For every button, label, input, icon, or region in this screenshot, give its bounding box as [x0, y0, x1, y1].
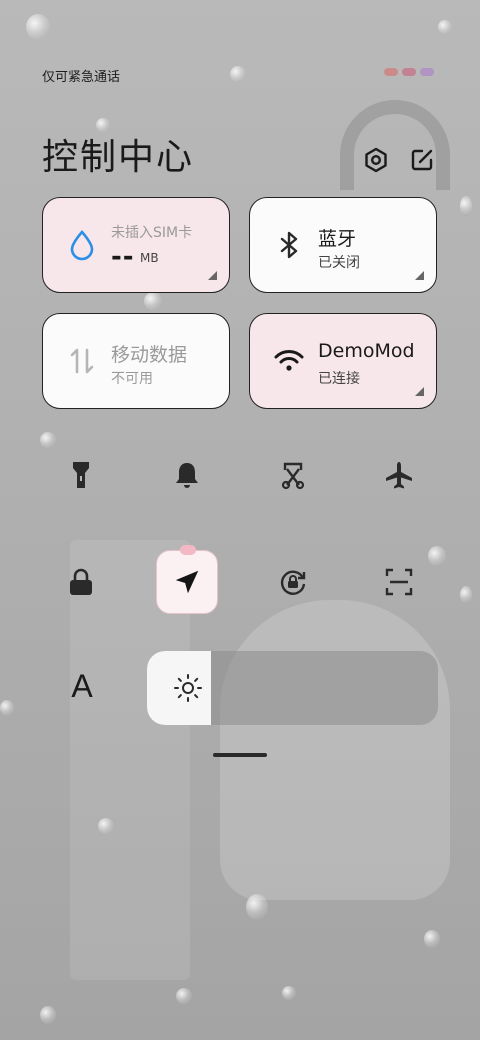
- data-usage-tile[interactable]: 未插入SIM卡 -- MB: [42, 197, 230, 293]
- bluetooth-status: 已关闭: [318, 255, 360, 271]
- raindrop: [282, 986, 296, 1000]
- raindrop: [98, 818, 114, 834]
- signal-icon: [384, 68, 398, 76]
- raindrop: [0, 700, 14, 716]
- wifi-icon: [274, 350, 304, 371]
- water-drop-icon: [70, 230, 94, 261]
- raindrop: [230, 66, 246, 82]
- wallpaper-character: [220, 600, 450, 900]
- status-bar-text: 仅可紧急通话: [42, 70, 121, 85]
- wifi-tile[interactable]: DemoMod 已连接: [249, 313, 437, 409]
- wallpaper-arch-shape: [340, 100, 450, 190]
- rotation-lock-icon: [280, 570, 306, 595]
- corner-indicator-icon: [415, 387, 424, 396]
- flashlight-icon: [73, 462, 89, 488]
- sun-icon: [174, 674, 202, 702]
- raindrop: [460, 586, 472, 604]
- wifi-status: 已连接: [318, 371, 360, 387]
- settings-button[interactable]: [362, 146, 390, 174]
- raindrop: [26, 14, 50, 40]
- raindrop: [176, 988, 192, 1004]
- edit-button[interactable]: [408, 146, 436, 174]
- drag-handle[interactable]: [213, 753, 267, 757]
- battery-icon: [420, 68, 434, 76]
- rotation-lock-toggle[interactable]: [273, 562, 313, 602]
- bluetooth-icon: [280, 231, 298, 259]
- bell-icon: [176, 463, 198, 488]
- font-size-button[interactable]: A: [62, 666, 102, 706]
- edit-icon: [411, 149, 433, 171]
- bluetooth-tile[interactable]: 蓝牙 已关闭: [249, 197, 437, 293]
- flashlight-toggle[interactable]: [61, 455, 101, 495]
- raindrop: [460, 196, 472, 216]
- page-title: 控制中心: [42, 137, 195, 178]
- corner-indicator-icon: [208, 271, 217, 280]
- status-icons: [384, 68, 434, 76]
- settings-hexagon-icon: [365, 147, 387, 173]
- mobile-data-tile[interactable]: 移动数据 不可用: [42, 313, 230, 409]
- screenshot-scissors-icon: [281, 462, 305, 490]
- brightness-slider[interactable]: [147, 651, 438, 725]
- location-arrow-icon: [175, 570, 199, 594]
- scan-icon: [385, 568, 413, 596]
- raindrop: [428, 546, 446, 566]
- mobile-data-status: 不可用: [111, 371, 153, 387]
- data-usage-value: --: [111, 242, 135, 272]
- lock-icon: [70, 568, 92, 595]
- lock-screen-toggle[interactable]: [61, 562, 101, 602]
- raindrop: [246, 894, 268, 920]
- raindrop: [144, 292, 162, 310]
- airplane-icon: [386, 462, 412, 489]
- scan-toggle[interactable]: [379, 562, 419, 602]
- data-tile-label: 未插入SIM卡: [111, 225, 193, 241]
- raindrop: [424, 930, 440, 948]
- wifi-network-name: DemoMod: [318, 340, 415, 362]
- screenshot-toggle[interactable]: [273, 455, 313, 495]
- corner-indicator-icon: [415, 271, 424, 280]
- data-arrows-icon: [70, 348, 94, 374]
- data-usage-unit: MB: [140, 251, 159, 265]
- airplane-toggle[interactable]: [379, 455, 419, 495]
- mute-toggle[interactable]: [167, 455, 207, 495]
- raindrop: [40, 1006, 56, 1024]
- wifi-status-icon: [402, 68, 416, 76]
- raindrop: [438, 20, 452, 34]
- bluetooth-label: 蓝牙: [318, 228, 357, 250]
- raindrop: [40, 432, 56, 448]
- mobile-data-label: 移动数据: [111, 344, 188, 366]
- location-toggle[interactable]: [156, 545, 218, 614]
